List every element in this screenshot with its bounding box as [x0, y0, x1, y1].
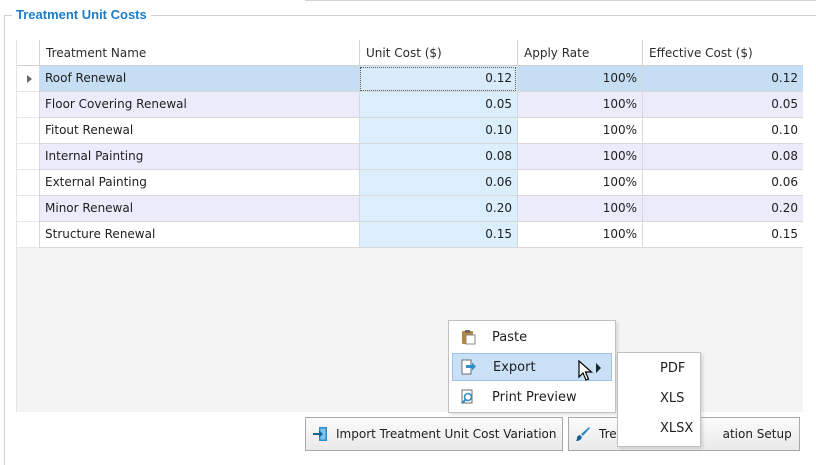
- cell-unit-cost[interactable]: 0.08: [359, 144, 517, 170]
- row-indicator: [17, 92, 39, 118]
- cell-effective-cost[interactable]: 0.08: [642, 144, 803, 170]
- export-icon: [461, 359, 476, 375]
- treatment-unit-costs-panel: Treatment Unit Costs Treatment Name Unit…: [0, 0, 816, 465]
- top-divider: [305, 0, 816, 1]
- row-indicator: [17, 66, 39, 92]
- import-treatment-unit-cost-variation-button[interactable]: Import Treatment Unit Cost Variation: [305, 417, 563, 451]
- cell-treatment-name[interactable]: Structure Renewal: [39, 222, 359, 248]
- cell-apply-rate[interactable]: 100%: [517, 144, 642, 170]
- menu-item-paste[interactable]: Paste: [452, 323, 612, 351]
- table-row[interactable]: Fitout Renewal 0.10 100% 0.10: [17, 118, 803, 144]
- cell-apply-rate[interactable]: 100%: [517, 66, 642, 92]
- cell-unit-cost[interactable]: 0.12: [359, 66, 517, 92]
- clipboard-icon: [462, 330, 476, 345]
- cell-treatment-name[interactable]: Minor Renewal: [39, 196, 359, 222]
- row-indicator: [17, 118, 39, 144]
- table-row[interactable]: Structure Renewal 0.15 100% 0.15: [17, 222, 803, 248]
- import-icon: [313, 427, 327, 441]
- cell-unit-cost[interactable]: 0.10: [359, 118, 517, 144]
- menu-item-label: Paste: [492, 329, 528, 345]
- cell-effective-cost[interactable]: 0.20: [642, 196, 803, 222]
- submenu-arrow-icon: [596, 363, 601, 373]
- row-indicator: [17, 196, 39, 222]
- setup-button-label-end: ation Setup: [722, 427, 792, 441]
- setup-button-label-start: Tre: [599, 427, 617, 441]
- menu-item-print-preview[interactable]: Print Preview: [452, 383, 612, 411]
- cell-treatment-name[interactable]: Internal Painting: [39, 144, 359, 170]
- row-indicator: [17, 222, 39, 248]
- submenu-item-xlsx[interactable]: XLSX: [618, 415, 700, 443]
- print-preview-icon: [461, 389, 473, 405]
- cell-effective-cost[interactable]: 0.12: [642, 66, 803, 92]
- table-row[interactable]: Roof Renewal 0.12 100% 0.12: [17, 66, 803, 92]
- brush-icon: [576, 427, 590, 441]
- cell-apply-rate[interactable]: 100%: [517, 118, 642, 144]
- cell-apply-rate[interactable]: 100%: [517, 222, 642, 248]
- import-button-label: Import Treatment Unit Cost Variation: [336, 427, 557, 441]
- group-title: Treatment Unit Costs: [12, 7, 151, 22]
- column-header-unit-cost[interactable]: Unit Cost ($): [359, 40, 517, 66]
- column-header-effective-cost[interactable]: Effective Cost ($): [642, 40, 803, 66]
- mouse-pointer-icon: [578, 360, 594, 381]
- menu-item-label: Export: [493, 359, 536, 375]
- table-row[interactable]: External Painting 0.06 100% 0.06: [17, 170, 803, 196]
- cell-effective-cost[interactable]: 0.05: [642, 92, 803, 118]
- table-row[interactable]: Minor Renewal 0.20 100% 0.20: [17, 196, 803, 222]
- cell-apply-rate[interactable]: 100%: [517, 196, 642, 222]
- grid-header: Treatment Name Unit Cost ($) Apply Rate …: [17, 40, 803, 66]
- cell-apply-rate[interactable]: 100%: [517, 92, 642, 118]
- cell-effective-cost[interactable]: 0.10: [642, 118, 803, 144]
- table-row[interactable]: Floor Covering Renewal 0.05 100% 0.05: [17, 92, 803, 118]
- table-row[interactable]: Internal Painting 0.08 100% 0.08: [17, 144, 803, 170]
- row-indicator: [17, 170, 39, 196]
- cell-treatment-name[interactable]: Roof Renewal: [39, 66, 359, 92]
- cell-effective-cost[interactable]: 0.06: [642, 170, 803, 196]
- cell-treatment-name[interactable]: External Painting: [39, 170, 359, 196]
- column-header-treatment-name[interactable]: Treatment Name: [39, 40, 359, 66]
- cell-unit-cost[interactable]: 0.15: [359, 222, 517, 248]
- export-submenu: PDF XLS XLSX: [617, 352, 701, 447]
- column-header-apply-rate[interactable]: Apply Rate: [517, 40, 642, 66]
- cell-unit-cost[interactable]: 0.06: [359, 170, 517, 196]
- cell-unit-cost[interactable]: 0.20: [359, 196, 517, 222]
- row-focus-arrow-icon: [27, 75, 32, 83]
- submenu-item-pdf[interactable]: PDF: [618, 355, 700, 383]
- submenu-item-xls[interactable]: XLS: [618, 385, 700, 413]
- cell-treatment-name[interactable]: Floor Covering Renewal: [39, 92, 359, 118]
- cell-apply-rate[interactable]: 100%: [517, 170, 642, 196]
- cell-unit-cost[interactable]: 0.05: [359, 92, 517, 118]
- cell-treatment-name[interactable]: Fitout Renewal: [39, 118, 359, 144]
- cell-effective-cost[interactable]: 0.15: [642, 222, 803, 248]
- row-indicator: [17, 144, 39, 170]
- menu-item-label: Print Preview: [492, 389, 577, 405]
